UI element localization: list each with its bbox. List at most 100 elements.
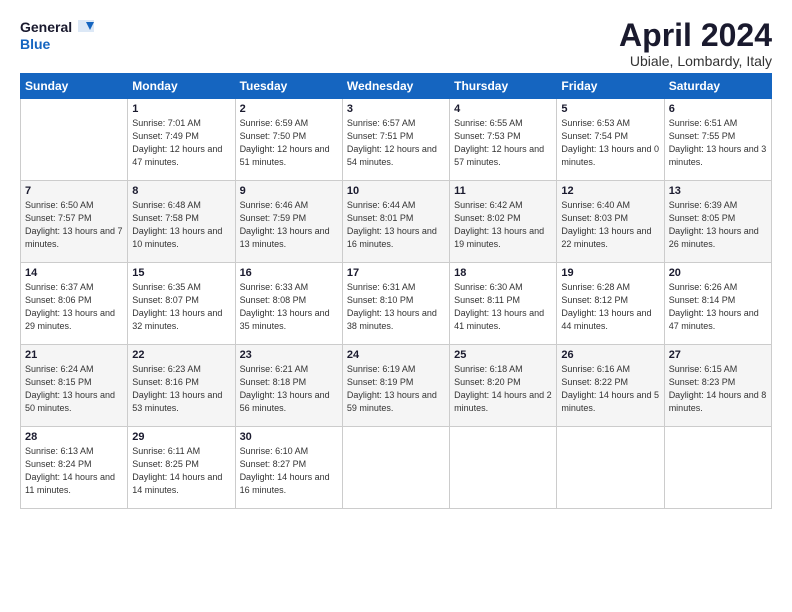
table-row: 18 Sunrise: 6:30 AMSunset: 8:11 PMDaylig… [450,263,557,345]
table-row [664,427,771,509]
table-row: 21 Sunrise: 6:24 AMSunset: 8:15 PMDaylig… [21,345,128,427]
table-row: 22 Sunrise: 6:23 AMSunset: 8:16 PMDaylig… [128,345,235,427]
day-info: Sunrise: 6:33 AMSunset: 8:08 PMDaylight:… [240,281,338,333]
day-info: Sunrise: 6:23 AMSunset: 8:16 PMDaylight:… [132,363,230,415]
col-wednesday: Wednesday [342,74,449,99]
table-row: 23 Sunrise: 6:21 AMSunset: 8:18 PMDaylig… [235,345,342,427]
table-row: 27 Sunrise: 6:15 AMSunset: 8:23 PMDaylig… [664,345,771,427]
table-row: 4 Sunrise: 6:55 AMSunset: 7:53 PMDayligh… [450,99,557,181]
day-number: 28 [25,431,123,443]
day-info: Sunrise: 6:53 AMSunset: 7:54 PMDaylight:… [561,117,659,169]
day-number: 19 [561,267,659,279]
day-number: 30 [240,431,338,443]
table-row: 19 Sunrise: 6:28 AMSunset: 8:12 PMDaylig… [557,263,664,345]
table-row [342,427,449,509]
table-row [557,427,664,509]
day-number: 2 [240,103,338,115]
table-row [21,99,128,181]
day-info: Sunrise: 6:13 AMSunset: 8:24 PMDaylight:… [25,445,123,497]
table-row: 17 Sunrise: 6:31 AMSunset: 8:10 PMDaylig… [342,263,449,345]
day-info: Sunrise: 6:30 AMSunset: 8:11 PMDaylight:… [454,281,552,333]
day-info: Sunrise: 6:59 AMSunset: 7:50 PMDaylight:… [240,117,338,169]
calendar-week-4: 21 Sunrise: 6:24 AMSunset: 8:15 PMDaylig… [21,345,772,427]
day-number: 17 [347,267,445,279]
day-number: 15 [132,267,230,279]
day-info: Sunrise: 6:55 AMSunset: 7:53 PMDaylight:… [454,117,552,169]
table-row: 24 Sunrise: 6:19 AMSunset: 8:19 PMDaylig… [342,345,449,427]
table-row: 10 Sunrise: 6:44 AMSunset: 8:01 PMDaylig… [342,181,449,263]
calendar-week-1: 1 Sunrise: 7:01 AMSunset: 7:49 PMDayligh… [21,99,772,181]
day-info: Sunrise: 6:18 AMSunset: 8:20 PMDaylight:… [454,363,552,415]
day-number: 27 [669,349,767,361]
day-number: 26 [561,349,659,361]
day-info: Sunrise: 6:26 AMSunset: 8:14 PMDaylight:… [669,281,767,333]
table-row: 13 Sunrise: 6:39 AMSunset: 8:05 PMDaylig… [664,181,771,263]
day-info: Sunrise: 6:39 AMSunset: 8:05 PMDaylight:… [669,199,767,251]
table-row: 3 Sunrise: 6:57 AMSunset: 7:51 PMDayligh… [342,99,449,181]
day-info: Sunrise: 6:11 AMSunset: 8:25 PMDaylight:… [132,445,230,497]
col-saturday: Saturday [664,74,771,99]
calendar-container: General Blue April 2024 Ubiale, Lombardy… [0,0,792,519]
day-info: Sunrise: 6:28 AMSunset: 8:12 PMDaylight:… [561,281,659,333]
table-row: 15 Sunrise: 6:35 AMSunset: 8:07 PMDaylig… [128,263,235,345]
table-row: 5 Sunrise: 6:53 AMSunset: 7:54 PMDayligh… [557,99,664,181]
day-info: Sunrise: 6:57 AMSunset: 7:51 PMDaylight:… [347,117,445,169]
header: General Blue April 2024 Ubiale, Lombardy… [20,18,772,69]
table-row: 2 Sunrise: 6:59 AMSunset: 7:50 PMDayligh… [235,99,342,181]
table-row: 1 Sunrise: 7:01 AMSunset: 7:49 PMDayligh… [128,99,235,181]
table-row: 30 Sunrise: 6:10 AMSunset: 8:27 PMDaylig… [235,427,342,509]
table-row: 26 Sunrise: 6:16 AMSunset: 8:22 PMDaylig… [557,345,664,427]
day-info: Sunrise: 6:15 AMSunset: 8:23 PMDaylight:… [669,363,767,415]
day-info: Sunrise: 6:40 AMSunset: 8:03 PMDaylight:… [561,199,659,251]
day-info: Sunrise: 6:37 AMSunset: 8:06 PMDaylight:… [25,281,123,333]
day-info: Sunrise: 6:44 AMSunset: 8:01 PMDaylight:… [347,199,445,251]
day-number: 6 [669,103,767,115]
day-info: Sunrise: 7:01 AMSunset: 7:49 PMDaylight:… [132,117,230,169]
calendar-week-2: 7 Sunrise: 6:50 AMSunset: 7:57 PMDayligh… [21,181,772,263]
day-number: 11 [454,185,552,197]
table-row: 12 Sunrise: 6:40 AMSunset: 8:03 PMDaylig… [557,181,664,263]
day-number: 4 [454,103,552,115]
day-number: 20 [669,267,767,279]
day-info: Sunrise: 6:46 AMSunset: 7:59 PMDaylight:… [240,199,338,251]
day-number: 14 [25,267,123,279]
day-info: Sunrise: 6:16 AMSunset: 8:22 PMDaylight:… [561,363,659,415]
calendar-header-row: Sunday Monday Tuesday Wednesday Thursday… [21,74,772,99]
day-number: 22 [132,349,230,361]
calendar-week-5: 28 Sunrise: 6:13 AMSunset: 8:24 PMDaylig… [21,427,772,509]
table-row: 16 Sunrise: 6:33 AMSunset: 8:08 PMDaylig… [235,263,342,345]
day-info: Sunrise: 6:50 AMSunset: 7:57 PMDaylight:… [25,199,123,251]
table-row: 20 Sunrise: 6:26 AMSunset: 8:14 PMDaylig… [664,263,771,345]
day-number: 10 [347,185,445,197]
day-info: Sunrise: 6:24 AMSunset: 8:15 PMDaylight:… [25,363,123,415]
col-friday: Friday [557,74,664,99]
calendar-week-3: 14 Sunrise: 6:37 AMSunset: 8:06 PMDaylig… [21,263,772,345]
table-row: 28 Sunrise: 6:13 AMSunset: 8:24 PMDaylig… [21,427,128,509]
day-number: 12 [561,185,659,197]
table-row: 14 Sunrise: 6:37 AMSunset: 8:06 PMDaylig… [21,263,128,345]
day-number: 24 [347,349,445,361]
day-info: Sunrise: 6:35 AMSunset: 8:07 PMDaylight:… [132,281,230,333]
col-tuesday: Tuesday [235,74,342,99]
day-number: 8 [132,185,230,197]
day-number: 25 [454,349,552,361]
day-number: 3 [347,103,445,115]
day-number: 18 [454,267,552,279]
table-row [450,427,557,509]
day-number: 1 [132,103,230,115]
day-info: Sunrise: 6:51 AMSunset: 7:55 PMDaylight:… [669,117,767,169]
day-info: Sunrise: 6:42 AMSunset: 8:02 PMDaylight:… [454,199,552,251]
title-block: April 2024 Ubiale, Lombardy, Italy [619,18,772,69]
day-number: 29 [132,431,230,443]
day-info: Sunrise: 6:21 AMSunset: 8:18 PMDaylight:… [240,363,338,415]
logo: General Blue [20,18,94,52]
day-number: 21 [25,349,123,361]
day-info: Sunrise: 6:10 AMSunset: 8:27 PMDaylight:… [240,445,338,497]
table-row: 7 Sunrise: 6:50 AMSunset: 7:57 PMDayligh… [21,181,128,263]
table-row: 29 Sunrise: 6:11 AMSunset: 8:25 PMDaylig… [128,427,235,509]
location-subtitle: Ubiale, Lombardy, Italy [619,53,772,69]
table-row: 8 Sunrise: 6:48 AMSunset: 7:58 PMDayligh… [128,181,235,263]
calendar-table: Sunday Monday Tuesday Wednesday Thursday… [20,73,772,509]
day-number: 9 [240,185,338,197]
day-number: 7 [25,185,123,197]
